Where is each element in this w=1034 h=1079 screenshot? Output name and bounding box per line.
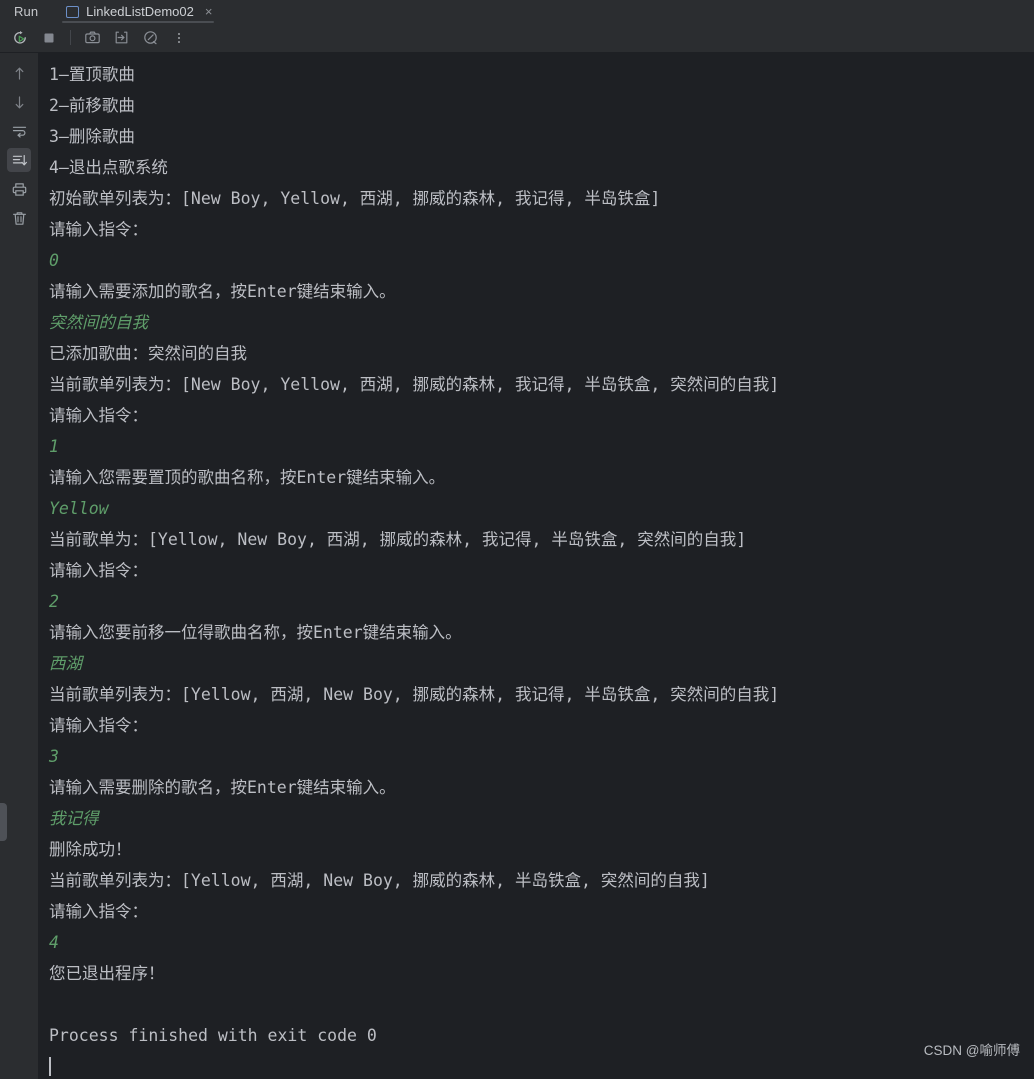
console-lines: 1—置顶歌曲 2—前移歌曲 3—删除歌曲 4—退出点歌系统初始歌单列表为：[New B… bbox=[39, 59, 1034, 1051]
console-gutter bbox=[0, 53, 39, 1079]
profiler-button[interactable] bbox=[140, 28, 160, 48]
console-output-line: 请输入指令： bbox=[49, 902, 148, 921]
thread-dump-button[interactable] bbox=[111, 28, 131, 48]
console-output-line: 请输入您要前移一位得歌曲名称，按Enter键结束输入。 bbox=[49, 623, 462, 642]
console-output-line: 请输入指令： bbox=[49, 220, 148, 239]
console-output-line: 请输入指令： bbox=[49, 406, 148, 425]
trash-icon bbox=[12, 211, 26, 225]
run-configuration-icon bbox=[66, 5, 80, 18]
console-input-line: Yellow bbox=[49, 499, 109, 518]
close-icon[interactable]: × bbox=[205, 5, 213, 18]
console-input-line: 突然间的自我 bbox=[49, 313, 148, 332]
console-input-line: 西湖 bbox=[49, 654, 82, 673]
console-output-line: 请输入需要添加的歌名，按Enter键结束输入。 bbox=[49, 282, 396, 301]
console-output-line: 当前歌单列表为：[New Boy, Yellow, 西湖, 挪威的森林, 我记得… bbox=[49, 375, 780, 394]
console-caret-line bbox=[39, 1051, 1034, 1079]
arrow-up-icon bbox=[15, 67, 23, 80]
console-output-line: 当前歌单列表为：[Yellow, 西湖, New Boy, 挪威的森林, 我记得… bbox=[49, 685, 780, 704]
up-button[interactable] bbox=[7, 61, 31, 85]
console-output-line: 2—前移歌曲 bbox=[49, 96, 135, 115]
console-input-line: 1 bbox=[49, 437, 59, 456]
console-output-line: 当前歌单列表为：[Yellow, 西湖, New Boy, 挪威的森林, 半岛铁… bbox=[49, 871, 710, 890]
console-output-line: 请输入需要删除的歌名，按Enter键结束输入。 bbox=[49, 778, 396, 797]
scroll-to-end-icon bbox=[12, 154, 27, 165]
toolbar-separator bbox=[70, 30, 71, 45]
console-output-line: 请输入指令： bbox=[49, 561, 148, 580]
console-input-line: 4 bbox=[49, 933, 59, 952]
console-input-line: 2 bbox=[49, 592, 59, 611]
console-output-line: 4—退出点歌系统 bbox=[49, 158, 168, 177]
console-output-line: 您已退出程序！ bbox=[49, 964, 165, 983]
print-button[interactable] bbox=[7, 177, 31, 201]
scroll-to-end-button[interactable] bbox=[7, 148, 31, 172]
down-button[interactable] bbox=[7, 90, 31, 114]
clear-button[interactable] bbox=[7, 206, 31, 230]
rerun-icon bbox=[14, 30, 26, 44]
tab-bar: Run LinkedListDemo02 × bbox=[0, 0, 1034, 23]
tab-linkedlistdemo02[interactable]: LinkedListDemo02 × bbox=[56, 0, 221, 23]
tab-label: LinkedListDemo02 bbox=[86, 4, 194, 19]
stop-button[interactable] bbox=[39, 28, 59, 48]
camera-icon bbox=[84, 31, 100, 44]
run-toolbar bbox=[0, 23, 1034, 53]
console-output-line: 3—删除歌曲 bbox=[49, 127, 135, 146]
console-area: 1—置顶歌曲 2—前移歌曲 3—删除歌曲 4—退出点歌系统初始歌单列表为：[New B… bbox=[0, 53, 1034, 1079]
more-vertical-icon bbox=[178, 32, 180, 43]
console-output-line: 请输入您需要置顶的歌曲名称，按Enter键结束输入。 bbox=[49, 468, 446, 487]
console-output-line: 请输入指令： bbox=[49, 716, 148, 735]
soft-wrap-button[interactable] bbox=[7, 119, 31, 143]
gauge-icon bbox=[143, 31, 157, 45]
more-button[interactable] bbox=[169, 28, 189, 48]
arrow-into-box-icon bbox=[115, 31, 127, 44]
console-input-line: 0 bbox=[49, 251, 59, 270]
stop-icon bbox=[44, 33, 54, 42]
console-output-line: 删除成功！ bbox=[49, 840, 132, 859]
console-input-line: 3 bbox=[49, 747, 59, 766]
run-tool-window: Run LinkedListDemo02 × 1—置顶歌曲 2—前移歌曲 3—删… bbox=[0, 0, 1034, 1079]
console-input-line: 我记得 bbox=[49, 809, 99, 828]
screenshot-button[interactable] bbox=[82, 28, 102, 48]
arrow-down-icon bbox=[15, 95, 23, 108]
console-output-line: 1—置顶歌曲 bbox=[49, 65, 135, 84]
console-output-line: Process finished with exit code 0 bbox=[49, 1026, 377, 1045]
text-caret bbox=[49, 1057, 51, 1076]
soft-wrap-icon bbox=[12, 126, 26, 138]
console-output-line: 初始歌单列表为：[New Boy, Yellow, 西湖, 挪威的森林, 我记得… bbox=[49, 189, 661, 208]
console-output-line: 已添加歌曲：突然间的自我 bbox=[49, 344, 247, 363]
printer-icon bbox=[12, 182, 26, 196]
vertical-scrollbar-thumb[interactable] bbox=[0, 803, 7, 841]
rerun-button[interactable] bbox=[10, 28, 30, 48]
console-output[interactable]: 1—置顶歌曲 2—前移歌曲 3—删除歌曲 4—退出点歌系统初始歌单列表为：[New B… bbox=[39, 53, 1034, 1079]
tool-window-title: Run bbox=[14, 4, 39, 19]
console-output-line: 当前歌单为：[Yellow, New Boy, 西湖, 挪威的森林, 我记得, … bbox=[49, 530, 747, 549]
